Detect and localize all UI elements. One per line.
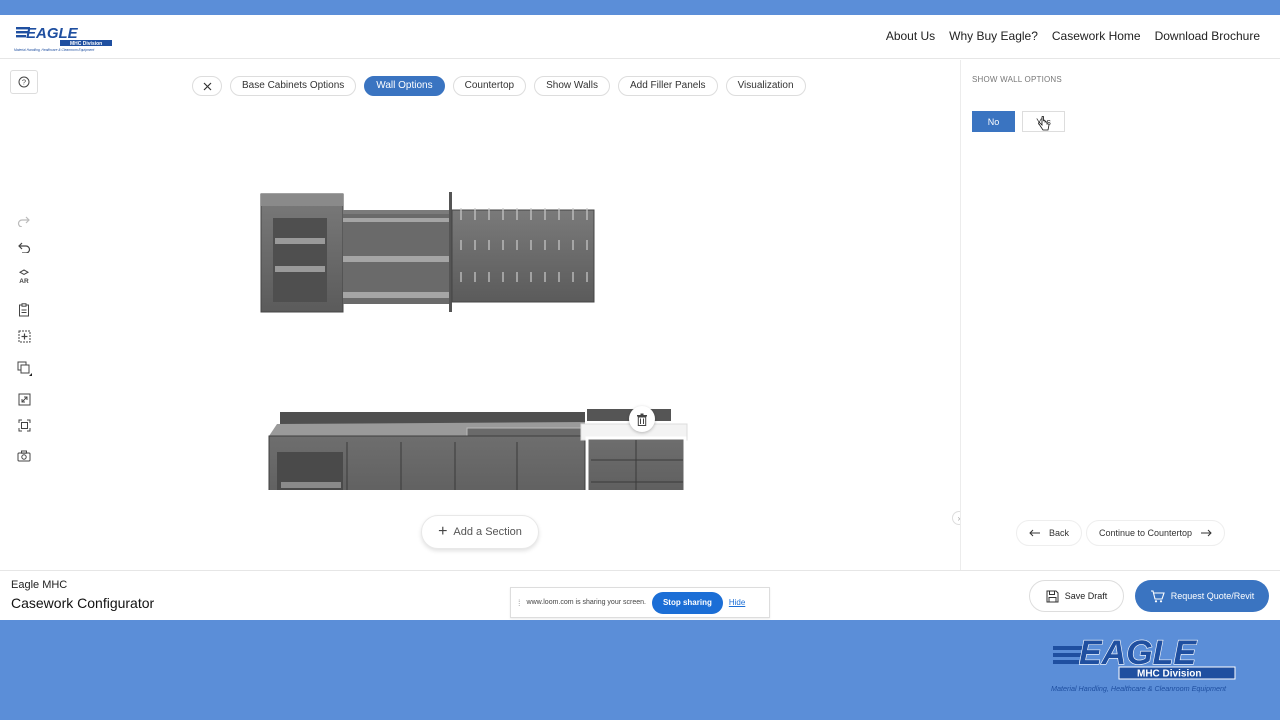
add-box-button[interactable]	[10, 325, 38, 347]
undo-button[interactable]	[10, 236, 38, 258]
hide-link[interactable]: Hide	[729, 598, 745, 607]
save-draft-label: Save Draft	[1064, 591, 1108, 601]
redo-button[interactable]	[10, 210, 38, 232]
copy-icon	[17, 361, 32, 376]
arrow-right-icon	[1201, 529, 1212, 537]
bottom-brand-band: EAGLE MHC Division Material Handling, He…	[0, 620, 1280, 720]
drag-handle-icon[interactable]: ⁞	[518, 598, 521, 608]
base-cabinets[interactable]	[268, 435, 586, 490]
hand-cursor-icon	[1038, 116, 1050, 131]
configurator-stage[interactable]: ? AR Base Cabinets Options Wall Options …	[0, 60, 966, 570]
drawer-cabinet-selected[interactable]	[580, 423, 688, 490]
tab-show-walls[interactable]: Show Walls	[534, 76, 610, 96]
tab-wall-options[interactable]: Wall Options	[364, 76, 445, 96]
svg-text:Material Handling, Healthcare: Material Handling, Healthcare & Cleanroo…	[14, 48, 95, 52]
eagle-logo-large: EAGLE MHC Division Material Handling, He…	[1051, 633, 1236, 693]
nav-casework-home[interactable]: Casework Home	[1052, 29, 1141, 43]
close-tabs-button[interactable]	[192, 76, 222, 96]
stop-sharing-button[interactable]: Stop sharing	[651, 591, 723, 614]
casework-3d-model[interactable]	[255, 190, 695, 490]
request-quote-label: Request Quote/Revit	[1170, 591, 1255, 601]
save-icon	[1046, 590, 1059, 602]
undo-icon	[18, 242, 31, 253]
continue-button[interactable]: Continue to Countertop	[1086, 520, 1226, 546]
footer-bar: Eagle MHC Casework Configurator ⁞ www.lo…	[0, 570, 1280, 620]
top-nav: About Us Why Buy Eagle? Casework Home Do…	[886, 29, 1260, 43]
eagle-logo[interactable]: EAGLE MHC Division Material Handling, He…	[14, 21, 114, 53]
plus-icon: +	[438, 523, 448, 540]
svg-text:?: ?	[22, 78, 26, 87]
screen-share-bar: ⁞ www.loom.com is sharing your screen. S…	[510, 587, 770, 618]
svg-text:MHC Division: MHC Division	[1137, 669, 1201, 680]
nav-download-brochure[interactable]: Download Brochure	[1155, 29, 1260, 43]
tab-visualization[interactable]: Visualization	[725, 76, 806, 96]
trash-icon	[637, 413, 647, 426]
wall-shelves[interactable]	[343, 192, 452, 312]
svg-text:EAGLE: EAGLE	[26, 25, 79, 42]
add-section-button[interactable]: + Add a Section	[421, 515, 539, 549]
cart-icon	[1150, 589, 1165, 602]
header: EAGLE MHC Division Material Handling, He…	[0, 15, 1280, 59]
redo-icon	[17, 216, 30, 227]
close-icon	[203, 82, 211, 90]
brand-subtitle: Eagle MHC	[11, 579, 68, 591]
save-draft-button[interactable]: Save Draft	[1029, 580, 1124, 612]
pegboard-drying-rack[interactable]	[451, 208, 595, 303]
expand-icon	[18, 393, 30, 405]
svg-text:MHC Division: MHC Division	[70, 41, 102, 47]
share-text: www.loom.com is sharing your screen.	[526, 599, 646, 606]
nav-about-us[interactable]: About Us	[886, 29, 935, 43]
expand-button[interactable]	[10, 388, 38, 410]
panel-title: SHOW WALL OPTIONS	[972, 75, 1062, 84]
fit-view-icon	[18, 419, 30, 431]
clipboard-icon	[19, 303, 29, 317]
add-section-label: Add a Section	[453, 526, 522, 538]
svg-text:AR: AR	[19, 278, 29, 285]
add-box-icon	[18, 330, 30, 342]
svg-text:EAGLE: EAGLE	[1079, 634, 1197, 672]
request-quote-button[interactable]: Request Quote/Revit	[1135, 580, 1269, 612]
continue-label: Continue to Countertop	[1099, 528, 1193, 538]
step-tabs: Base Cabinets Options Wall Options Count…	[192, 76, 806, 96]
ar-icon: AR	[18, 269, 30, 285]
fit-view-button[interactable]	[10, 414, 38, 436]
camera-button[interactable]	[10, 445, 38, 467]
ar-button[interactable]: AR	[10, 266, 38, 288]
arrow-left-icon	[1029, 529, 1040, 537]
option-no[interactable]: No	[972, 111, 1015, 132]
tab-countertop[interactable]: Countertop	[452, 76, 527, 96]
camera-icon	[17, 450, 31, 462]
svg-text:Material Handling, Healthcare: Material Handling, Healthcare & Cleanroo…	[1051, 684, 1227, 693]
delete-section-button[interactable]	[629, 406, 655, 432]
help-button[interactable]: ?	[10, 70, 38, 94]
back-button[interactable]: Back	[1016, 520, 1083, 546]
clipboard-button[interactable]	[10, 299, 38, 321]
tab-add-filler-panels[interactable]: Add Filler Panels	[617, 76, 718, 96]
top-stripe	[0, 0, 1280, 15]
nav-why-buy-eagle[interactable]: Why Buy Eagle?	[949, 29, 1038, 43]
help-icon: ?	[18, 76, 30, 88]
brand-title: Casework Configurator	[11, 595, 155, 611]
back-label: Back	[1049, 528, 1070, 538]
copy-button[interactable]	[10, 357, 38, 379]
options-panel: SHOW WALL OPTIONS No Yes Back Continue t…	[960, 60, 1280, 570]
wall-cabinet[interactable]	[260, 193, 344, 313]
tab-base-cabinets-options[interactable]: Base Cabinets Options	[230, 76, 357, 96]
show-wall-options-toggle: No Yes	[972, 111, 1065, 132]
